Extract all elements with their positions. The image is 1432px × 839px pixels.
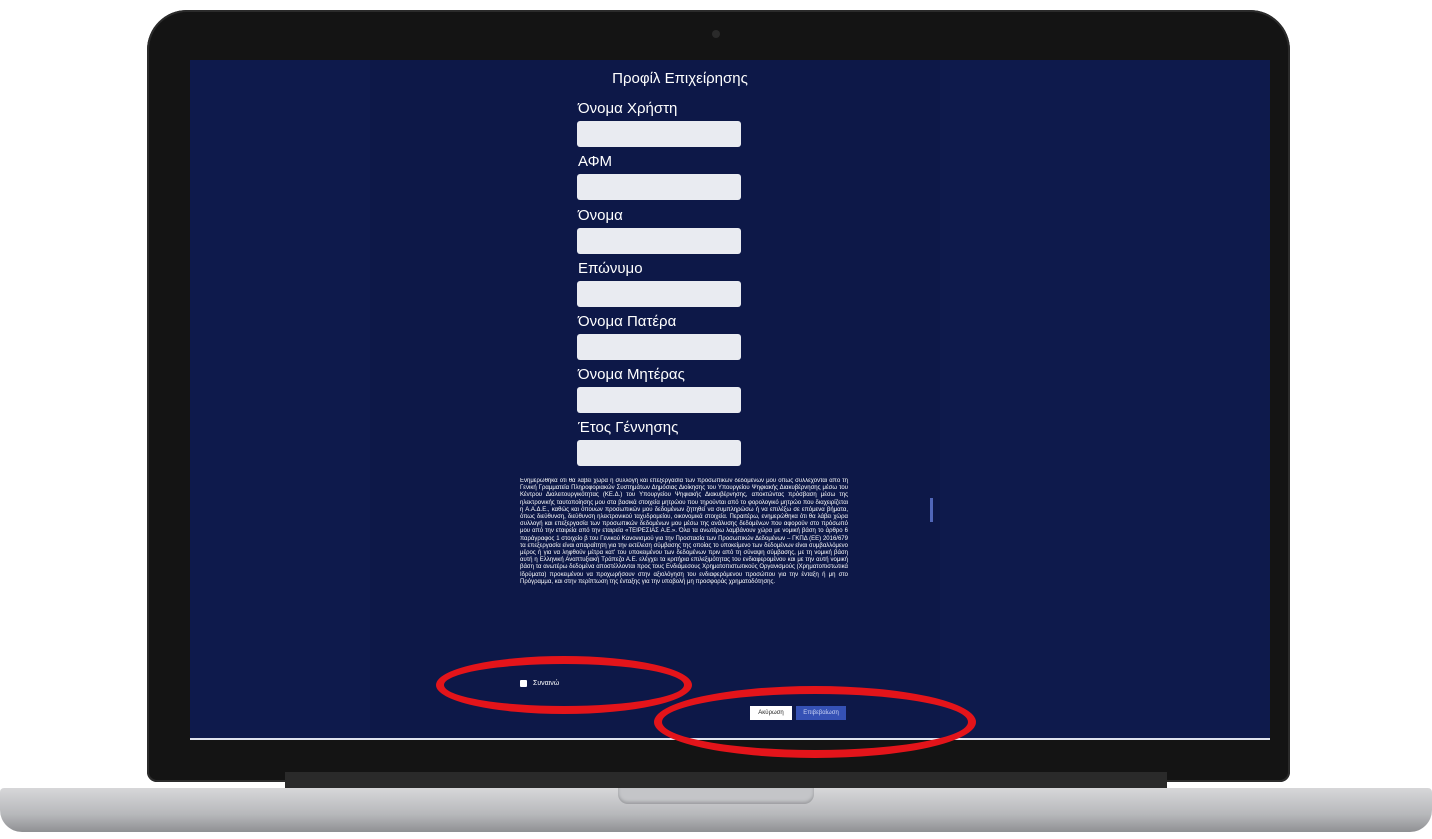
field-label-last-name: Επώνυμο [578,260,643,277]
birth-year-input[interactable] [577,440,741,466]
last-name-input[interactable] [577,281,741,307]
laptop-hinge [285,772,1167,788]
laptop-screen: Προφίλ Επιχείρησης Όνομα Χρήστη ΑΦΜ Όνομ… [190,60,1270,740]
field-label-first-name: Όνομα [578,207,623,224]
annotation-ring-checkbox [436,656,692,714]
screen-right-panel [940,60,1270,740]
field-label-username: Όνομα Χρήστη [578,100,678,117]
business-profile-form: Προφίλ Επιχείρησης Όνομα Χρήστη ΑΦΜ Όνομ… [510,60,850,740]
username-input[interactable] [577,121,741,147]
laptop-notch [618,788,814,804]
field-label-birth-year: Έτος Γέννησης [578,419,679,436]
field-label-afm: ΑΦΜ [578,153,613,170]
annotation-ring-buttons [654,686,976,758]
first-name-input[interactable] [577,228,741,254]
consent-text: Ενημερώθηκα ότι θα λάβει χώρα η συλλογή … [520,478,848,585]
mother-name-input[interactable] [577,387,741,413]
field-label-mother-name: Όνομα Μητέρας [578,366,685,383]
screen-left-panel [190,60,370,740]
field-label-father-name: Όνομα Πατέρα [578,313,677,330]
scrollbar-thumb[interactable] [930,498,933,522]
camera-icon [712,30,720,38]
page-title: Προφίλ Επιχείρησης [612,70,748,87]
father-name-input[interactable] [577,334,741,360]
afm-input[interactable] [577,174,741,200]
